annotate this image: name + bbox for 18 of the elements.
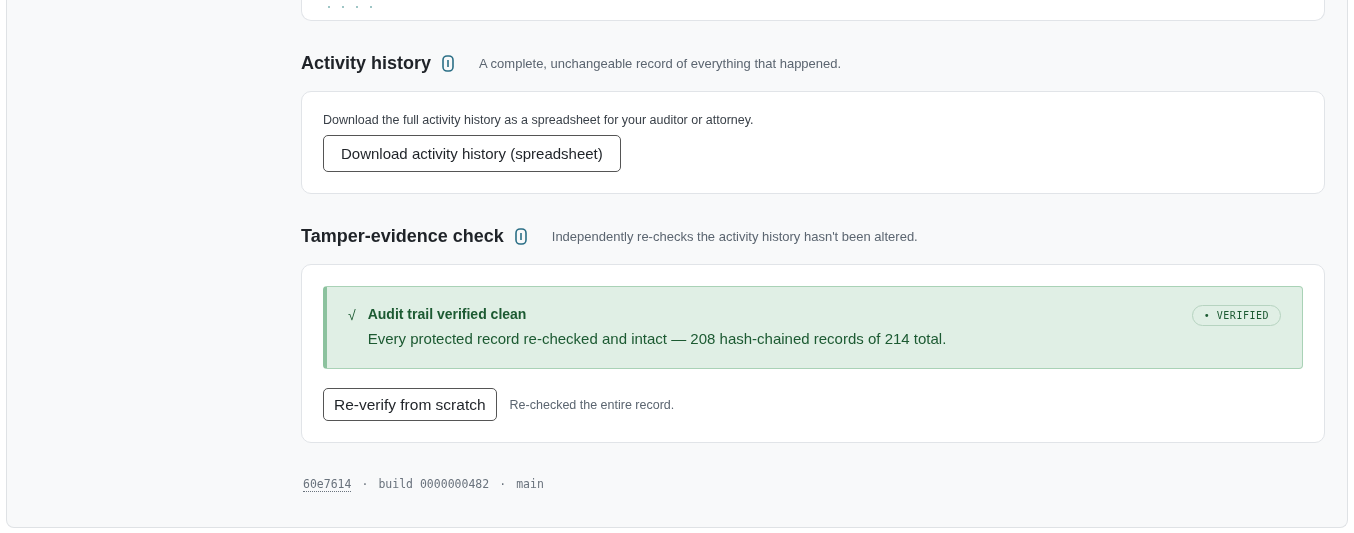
section-description: Independently re-checks the activity history hasn't been altered.	[551, 228, 918, 244]
build-number: build 0000000482	[378, 477, 490, 492]
section-description: A complete, unchangeable record of everything that happened.	[479, 55, 842, 71]
separator: ·	[499, 477, 507, 492]
card-text: Download the full activity history as a spreadsheet for your auditor or attorney.	[323, 113, 755, 127]
branch-name: main	[516, 477, 544, 492]
separator: ·	[361, 477, 369, 492]
section-title: Tamper-evidence check	[301, 225, 504, 247]
download-button[interactable]: Download activity history (spreadsheet)	[323, 135, 621, 172]
info-icon[interactable]	[514, 227, 527, 245]
info-icon[interactable]	[442, 54, 455, 72]
status-title: Audit trail verified clean	[367, 306, 528, 322]
reverify-button[interactable]: Re-verify from scratch	[323, 388, 497, 421]
check-icon: √	[348, 307, 356, 323]
status-note: Re-checked the entire record.	[509, 397, 675, 412]
commit-link[interactable]: 60e7614	[303, 477, 352, 492]
status-detail: Every protected record re-checked and intact — 208 hash-chained records of 214 total.	[367, 330, 948, 347]
section-title: Activity history	[301, 52, 432, 74]
